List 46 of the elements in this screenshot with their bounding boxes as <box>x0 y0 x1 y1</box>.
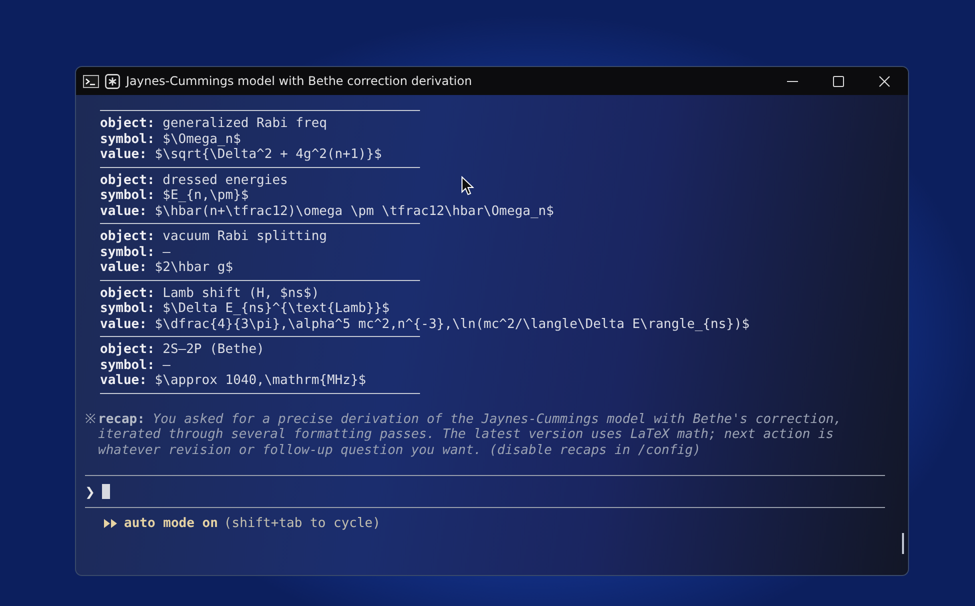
field-value: $\dfrac{4}{3\pi},\alpha^5 mc^2,n^{-3},\ln(mc^2/\langle\Delta E\rangle_{ns})$ <box>154 316 750 332</box>
field-label: object: <box>100 229 155 244</box>
field-value: dressed energies <box>162 172 288 188</box>
field-label: symbol: <box>100 132 155 146</box>
maximize-icon[interactable] <box>833 76 844 86</box>
mode-label: auto mode on <box>124 516 218 531</box>
close-icon[interactable] <box>879 76 890 86</box>
terminal-icon <box>83 74 99 88</box>
minimize-icon[interactable] <box>787 80 798 82</box>
window-title: Jaynes-Cummings model with Bethe correction derivation <box>126 74 472 88</box>
field-label: object: <box>100 116 155 131</box>
field-value: vacuum Rabi splitting <box>162 229 327 244</box>
mode-hint: (shift+tab to cycle) <box>224 516 380 531</box>
field-value: Lamb shift (H, $ns$) <box>162 286 320 300</box>
field-label: symbol: <box>100 301 155 316</box>
field-label: value: <box>100 147 147 162</box>
field-label: value: <box>100 260 147 275</box>
field-label: value: <box>100 373 147 388</box>
prompt-input[interactable]: ❯ <box>85 475 885 508</box>
recap-text: recap: You asked for a precise derivation of the Jaynes-Cummings model with Bethe's correction, iterated through several formatting passes. The latest version uses LaTeX math; next action is whatever revision or follow-up question you want. (disable recaps in /config) <box>98 412 843 458</box>
scrollbar-thumb[interactable] <box>902 533 904 554</box>
field-value: $2\hbar g$ <box>154 260 234 275</box>
field-value: $\hbar(n+\tfrac12)\omega \pm \tfrac12\hbar\Omega_n$ <box>154 204 554 218</box>
field-label: object: <box>100 342 155 357</box>
field-label: symbol: <box>100 358 155 372</box>
mouse-pointer-icon <box>461 176 474 196</box>
fast-forward-icon <box>104 519 118 528</box>
field-label: object: <box>100 286 155 300</box>
field-value: $\Delta E_{ns}^{\text{Lamb}}$ <box>162 301 390 316</box>
field-value: — <box>162 244 170 260</box>
text-cursor <box>102 484 110 499</box>
field-label: value: <box>100 316 147 332</box>
field-value: — <box>162 358 170 372</box>
field-value: $E_{n,\pm}$ <box>162 188 249 203</box>
field-label: object: <box>100 172 155 188</box>
asterisk-icon <box>105 74 120 88</box>
field-label: value: <box>100 204 147 218</box>
recap-marker: ※ <box>85 412 96 428</box>
field-label: symbol: <box>100 188 155 203</box>
field-value: $\sqrt{\Delta^2 + 4g^2(n+1)}$ <box>154 147 382 162</box>
field-value: generalized Rabi freq <box>162 116 327 131</box>
field-value: $\Omega_n$ <box>162 132 241 146</box>
field-value: $\approx 1040,\mathrm{MHz}$ <box>154 373 366 388</box>
field-label: symbol: <box>100 244 155 260</box>
prompt-symbol: ❯ <box>85 484 96 498</box>
field-value: 2S–2P (Bethe) <box>162 342 264 357</box>
